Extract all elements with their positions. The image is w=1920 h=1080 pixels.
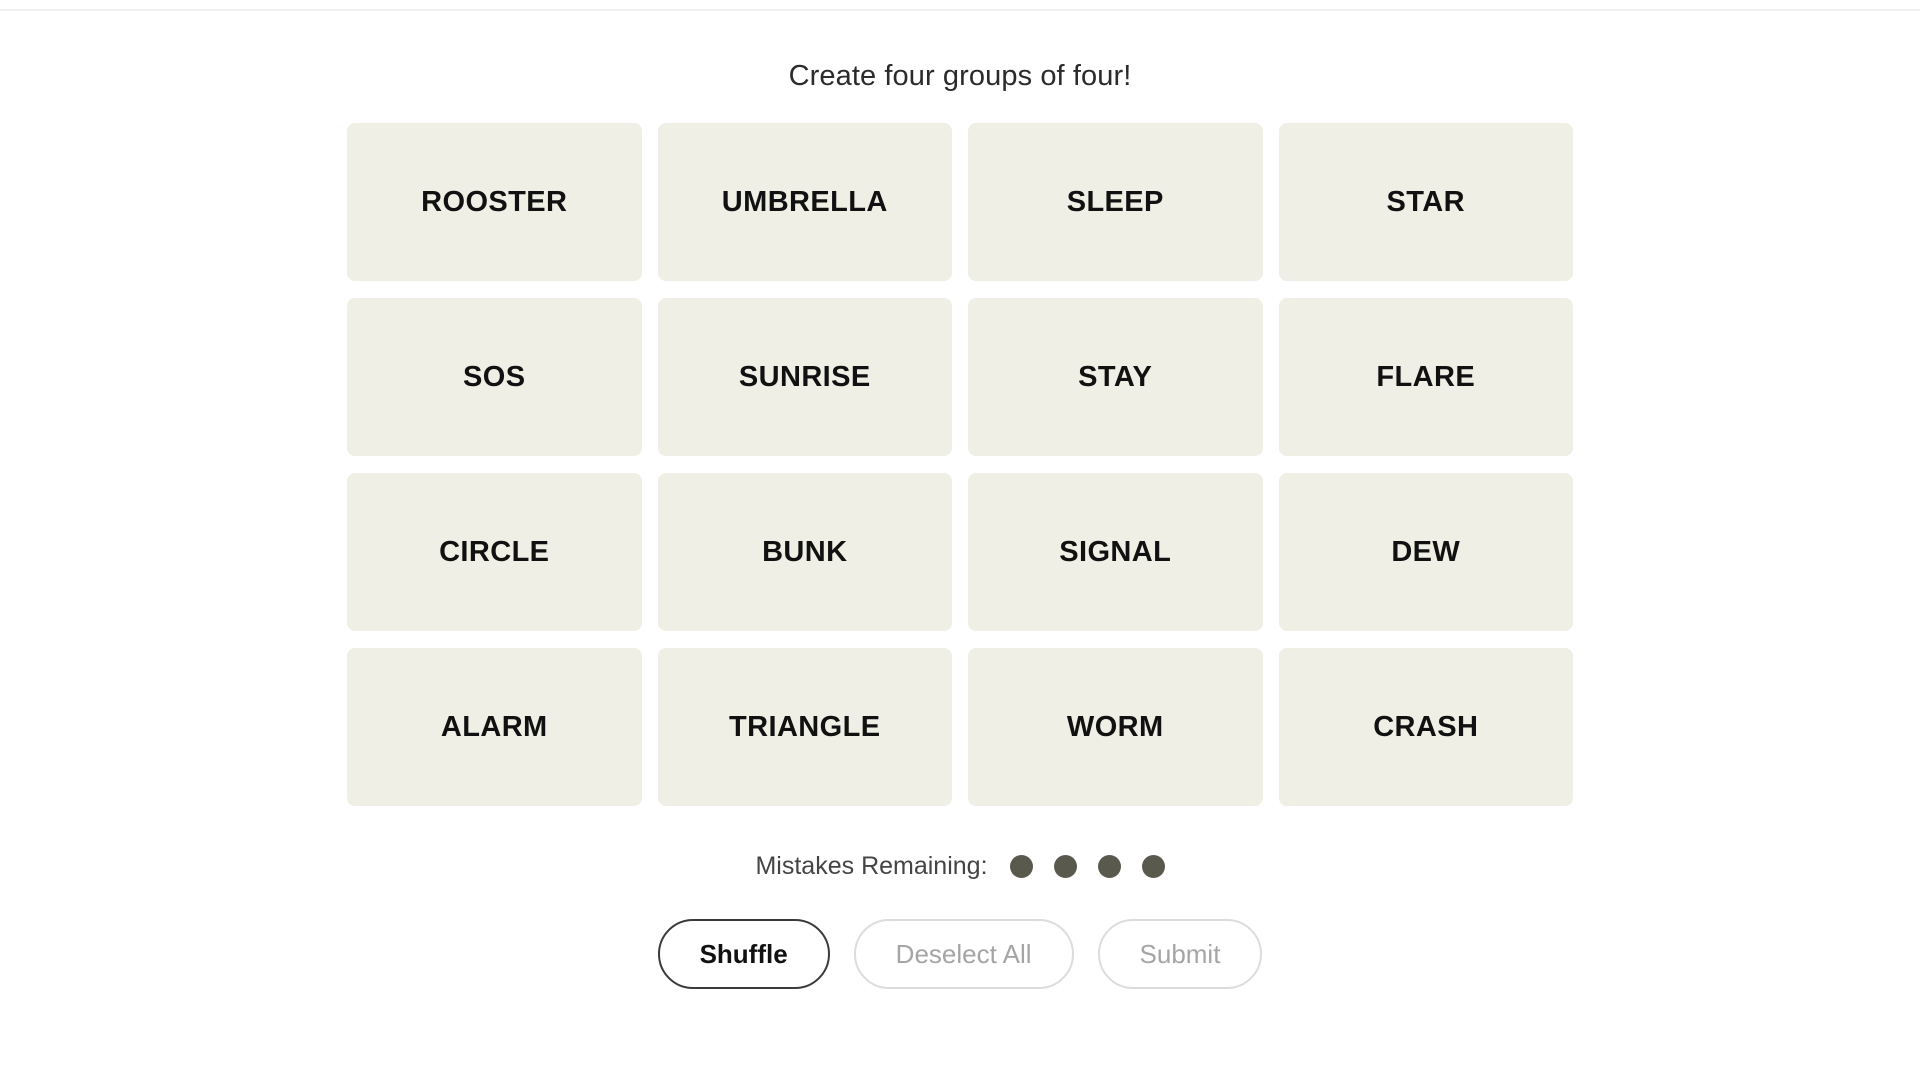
connections-game-page: Create four groups of four! ROOSTER UMBR… bbox=[0, 0, 1920, 1080]
word-tile-grid: ROOSTER UMBRELLA SLEEP STAR SOS SUNRISE … bbox=[347, 123, 1573, 806]
word-tile[interactable]: DEW bbox=[1278, 473, 1573, 631]
word-tile[interactable]: CIRCLE bbox=[347, 473, 642, 631]
word-tile[interactable]: ROOSTER bbox=[347, 123, 642, 281]
word-tile[interactable]: STAR bbox=[1278, 123, 1573, 281]
mistakes-remaining-label: Mistakes Remaining: bbox=[755, 852, 988, 880]
word-tile[interactable]: SLEEP bbox=[968, 123, 1263, 281]
word-tile-label: BUNK bbox=[762, 535, 848, 568]
word-tile[interactable]: SOS bbox=[347, 298, 642, 456]
word-tile-label: ROOSTER bbox=[421, 185, 568, 218]
word-tile-label: DEW bbox=[1391, 535, 1461, 568]
game-controls: Shuffle Deselect All Submit bbox=[657, 919, 1263, 989]
word-tile[interactable]: BUNK bbox=[657, 473, 952, 631]
word-tile-label: TRIANGLE bbox=[729, 710, 881, 743]
word-tile[interactable]: FLARE bbox=[1278, 298, 1573, 456]
word-tile[interactable]: STAY bbox=[968, 298, 1263, 456]
word-tile-label: STAY bbox=[1078, 360, 1153, 393]
mistake-dot-icon bbox=[1053, 854, 1077, 878]
word-tile-label: SUNRISE bbox=[738, 360, 871, 393]
word-tile-label: UMBRELLA bbox=[721, 185, 888, 218]
word-tile[interactable]: WORM bbox=[968, 648, 1263, 806]
page-title: Create four groups of four! bbox=[788, 60, 1132, 92]
word-tile[interactable]: CRASH bbox=[1278, 648, 1573, 806]
word-tile-label: ALARM bbox=[440, 710, 548, 743]
word-tile-label: CIRCLE bbox=[439, 535, 550, 568]
word-tile-label: STAR bbox=[1386, 185, 1465, 218]
word-tile-label: FLARE bbox=[1376, 360, 1476, 393]
word-tile[interactable]: SUNRISE bbox=[657, 298, 952, 456]
mistake-dot-icon bbox=[1097, 854, 1121, 878]
word-tile[interactable]: SIGNAL bbox=[968, 473, 1263, 631]
word-tile[interactable]: TRIANGLE bbox=[657, 648, 952, 806]
word-tile-label: SLEEP bbox=[1066, 185, 1164, 218]
mistakes-dot-group bbox=[1009, 854, 1165, 878]
word-tile[interactable]: UMBRELLA bbox=[657, 123, 952, 281]
word-tile-label: SOS bbox=[463, 360, 526, 393]
game-container: Create four groups of four! ROOSTER UMBR… bbox=[0, 0, 1920, 989]
word-tile-label: CRASH bbox=[1373, 710, 1479, 743]
word-tile[interactable]: ALARM bbox=[347, 648, 642, 806]
word-tile-label: WORM bbox=[1066, 710, 1164, 743]
mistakes-remaining: Mistakes Remaining: bbox=[755, 851, 1165, 881]
word-tile-label: SIGNAL bbox=[1059, 535, 1172, 568]
mistake-dot-icon bbox=[1141, 854, 1165, 878]
submit-button[interactable]: Submit bbox=[1097, 919, 1263, 989]
shuffle-button[interactable]: Shuffle bbox=[657, 919, 830, 989]
deselect-all-button[interactable]: Deselect All bbox=[853, 919, 1074, 989]
mistake-dot-icon bbox=[1009, 854, 1033, 878]
